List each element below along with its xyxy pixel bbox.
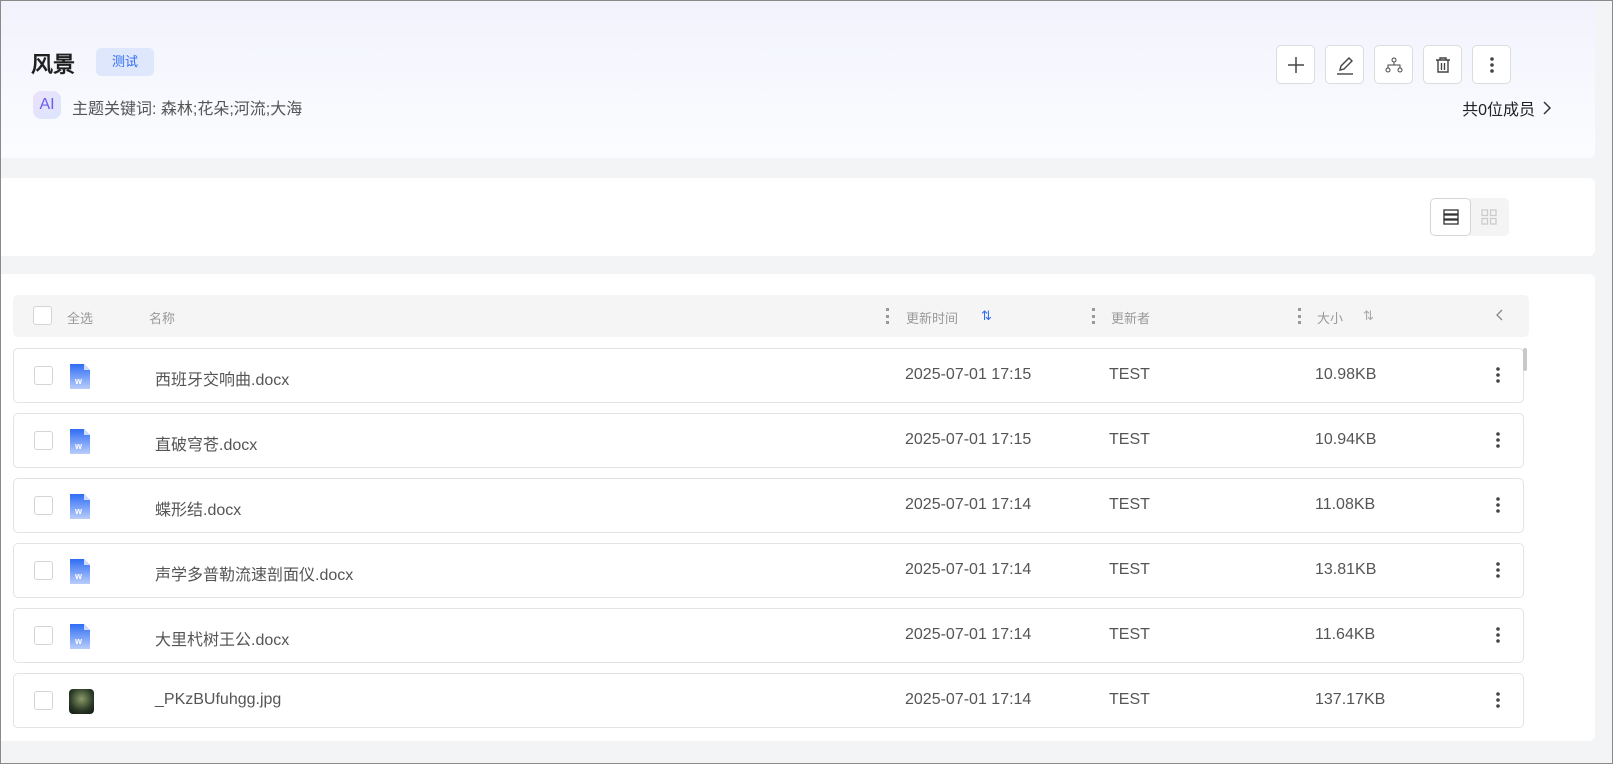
chevron-right-icon [1543, 101, 1551, 115]
table-row[interactable]: w 蝶形结.docx 2025-07-01 17:14 TEST 11.08KB [13, 478, 1524, 533]
file-size: 11.64KB [1315, 626, 1376, 643]
svg-text:w: w [74, 376, 83, 386]
word-doc-icon: w [69, 429, 91, 454]
more-icon [1496, 562, 1500, 578]
trash-icon [1435, 56, 1450, 73]
more-icon [1489, 56, 1494, 73]
edit-button[interactable] [1325, 45, 1364, 84]
share-structure-icon [1385, 57, 1402, 72]
file-name[interactable]: _PKzBUfuhgg.jpg [155, 691, 281, 709]
table-row[interactable]: w 大里杙树王公.docx 2025-07-01 17:14 TEST 11.6… [13, 608, 1524, 663]
file-name[interactable]: 蝶形结.docx [155, 496, 241, 520]
members-count: 共0位成员 [1462, 102, 1535, 119]
list-view-icon [1442, 209, 1459, 225]
row-more-button[interactable] [1495, 366, 1501, 389]
word-doc-icon: w [69, 624, 91, 649]
file-size: 13.81KB [1315, 561, 1377, 578]
more-button[interactable] [1472, 45, 1511, 84]
more-icon [1496, 432, 1500, 448]
more-icon [1496, 627, 1500, 643]
row-more-button[interactable] [1495, 626, 1501, 649]
svg-text:w: w [74, 571, 83, 581]
column-size[interactable]: 大小 [1317, 308, 1343, 327]
svg-text:w: w [74, 636, 83, 646]
table-row[interactable]: w 西班牙交响曲.docx 2025-07-01 17:15 TEST 10.9… [13, 348, 1524, 403]
row-checkbox[interactable] [34, 431, 53, 450]
file-name[interactable]: 直破穹苍.docx [155, 431, 257, 455]
table-row[interactable]: _PKzBUfuhgg.jpg 2025-07-01 17:14 TEST 13… [13, 673, 1524, 728]
delete-button[interactable] [1423, 45, 1462, 84]
select-all-checkbox[interactable] [33, 306, 52, 325]
page-title: 风景 [31, 52, 76, 77]
file-size: 10.98KB [1315, 366, 1377, 383]
file-size: 137.17KB [1315, 691, 1386, 708]
list-view-toggle[interactable] [1430, 198, 1471, 236]
svg-text:w: w [74, 506, 83, 516]
table-row[interactable]: w 直破穹苍.docx 2025-07-01 17:15 TEST 10.94K… [13, 413, 1524, 468]
structure-button[interactable] [1374, 45, 1413, 84]
grid-view-toggle[interactable] [1469, 198, 1509, 236]
column-resize-handle[interactable] [886, 308, 889, 324]
row-checkbox[interactable] [34, 626, 53, 645]
collapse-columns-chevron-icon[interactable] [1495, 308, 1503, 325]
file-name[interactable]: 声学多普勒流速剖面仪.docx [155, 561, 353, 585]
updater: TEST [1109, 561, 1150, 578]
members-link[interactable]: 共0位成员 [1462, 96, 1551, 120]
file-name[interactable]: 西班牙交响曲.docx [155, 366, 289, 390]
row-checkbox[interactable] [34, 366, 53, 385]
word-doc-icon: w [69, 364, 91, 389]
scrollbar[interactable] [1523, 348, 1527, 371]
svg-text:w: w [74, 441, 83, 451]
file-name[interactable]: 大里杙树王公.docx [155, 626, 289, 650]
header-panel: 风景 测试 AI 主题关键词: 森林;花朵;河流;大海 共0位成员 [1, 1, 1595, 158]
more-icon [1496, 497, 1500, 513]
add-button[interactable] [1276, 45, 1315, 84]
image-thumbnail [69, 689, 94, 714]
column-updated[interactable]: 更新时间 [906, 308, 958, 327]
ai-icon: AI [33, 91, 61, 119]
word-doc-icon: w [69, 559, 91, 584]
toolbar-panel [1, 178, 1595, 256]
updated-time: 2025-07-01 17:14 [905, 561, 1032, 578]
word-doc-icon: w [69, 494, 91, 519]
row-more-button[interactable] [1495, 496, 1501, 519]
row-checkbox[interactable] [34, 496, 53, 515]
updater: TEST [1109, 431, 1150, 448]
edit-icon [1336, 56, 1353, 75]
row-more-button[interactable] [1495, 691, 1501, 714]
sort-icon[interactable]: ⇅ [1363, 308, 1374, 324]
row-checkbox[interactable] [34, 691, 53, 710]
sort-icon[interactable]: ⇅ [981, 308, 992, 324]
table-header: 全选 名称 更新时间 ⇅ 更新者 大小 ⇅ [13, 295, 1529, 337]
grid-view-icon [1481, 209, 1497, 225]
more-icon [1496, 367, 1500, 383]
column-updater: 更新者 [1111, 311, 1151, 326]
updated-time: 2025-07-01 17:14 [905, 691, 1032, 708]
file-size: 11.08KB [1315, 496, 1376, 513]
file-list-panel: 全选 名称 更新时间 ⇅ 更新者 大小 ⇅ w 西班牙交响曲.docx 2025… [1, 274, 1595, 741]
keywords-text: 主题关键词: 森林;花朵;河流;大海 [72, 101, 303, 118]
updated-time: 2025-07-01 17:15 [905, 431, 1032, 448]
table-row[interactable]: w 声学多普勒流速剖面仪.docx 2025-07-01 17:14 TEST … [13, 543, 1524, 598]
updated-time: 2025-07-01 17:15 [905, 366, 1032, 383]
updated-time: 2025-07-01 17:14 [905, 496, 1032, 513]
select-all-label[interactable]: 全选 [67, 308, 93, 327]
updater: TEST [1109, 626, 1150, 643]
column-name: 名称 [149, 311, 176, 326]
row-more-button[interactable] [1495, 431, 1501, 454]
updater: TEST [1109, 496, 1150, 513]
row-checkbox[interactable] [34, 561, 53, 580]
tag-badge: 测试 [96, 48, 154, 76]
plus-icon [1287, 56, 1304, 73]
column-resize-handle[interactable] [1298, 308, 1301, 324]
updated-time: 2025-07-01 17:14 [905, 626, 1032, 643]
file-size: 10.94KB [1315, 431, 1377, 448]
row-more-button[interactable] [1495, 561, 1501, 584]
updater: TEST [1109, 691, 1150, 708]
updater: TEST [1109, 366, 1150, 383]
column-resize-handle[interactable] [1092, 308, 1095, 324]
more-icon [1496, 692, 1500, 708]
